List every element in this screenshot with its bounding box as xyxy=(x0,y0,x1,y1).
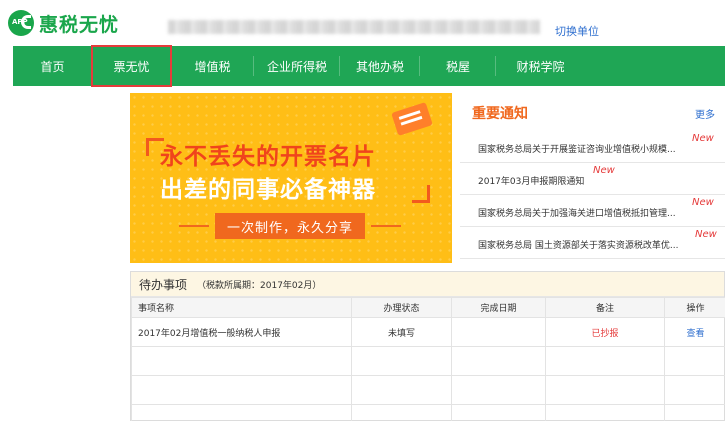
task-status: 未填写 xyxy=(351,317,452,347)
nav-item-other-tax[interactable]: 其他办税 xyxy=(340,46,420,86)
logo[interactable]: APP 惠税无忧 xyxy=(8,8,119,38)
tax-period: （税款所属期：2017年02月） xyxy=(197,280,322,291)
main-nav: 首页 票无忧 增值税 企业所得税 其他办税 税屋 财税学院 xyxy=(13,45,725,87)
nav-item-corporate-income-tax[interactable]: 企业所得税 xyxy=(254,46,340,86)
notice-item[interactable]: 国家税务总局关于开展鉴证咨询业增值税小规模... New xyxy=(460,131,725,163)
logo-text: 惠税无忧 xyxy=(39,13,120,36)
task-name: 2017年02月增值税一般纳税人申报 xyxy=(131,317,352,347)
notice-item-text: 2017年03月申报期限通知 xyxy=(478,177,585,187)
nav-label: 税屋 xyxy=(445,59,470,74)
nav-label: 其他办税 xyxy=(355,59,404,74)
nav-item-vat[interactable]: 增值税 xyxy=(171,46,254,86)
nav-label: 企业所得税 xyxy=(266,59,327,74)
new-badge: New xyxy=(593,165,615,176)
column-header: 操作 xyxy=(664,297,725,318)
column-header: 完成日期 xyxy=(451,297,546,318)
new-badge: New xyxy=(692,197,714,208)
notice-item[interactable]: 2017年03月申报期限通知 New xyxy=(460,163,725,195)
nav-item-tax-academy[interactable]: 财税学院 xyxy=(496,46,585,86)
nav-label: 票无忧 xyxy=(113,59,150,74)
switch-unit-link[interactable]: 切换单位 xyxy=(555,23,599,39)
column-header: 备注 xyxy=(545,297,665,318)
table-row: 2017年02月增值税一般纳税人申报 未填写 已抄报 查看 xyxy=(131,317,725,347)
task-date xyxy=(451,317,546,347)
banner-headline: 永不丢失的开票名片 xyxy=(160,144,376,170)
nav-item-tax-house[interactable]: 税屋 xyxy=(420,46,496,86)
banner-subheadline: 出差的同事必备神器 xyxy=(160,177,376,203)
todo-title: 待办事项 xyxy=(139,277,188,292)
todo-table: 事项名称 办理状态 完成日期 备注 操作 2017年02月增值税一般纳税人申报 … xyxy=(131,297,725,421)
new-badge: New xyxy=(695,229,717,240)
nav-item-home[interactable]: 首页 xyxy=(13,46,92,86)
nav-item-invoice[interactable]: 票无忧 xyxy=(91,45,172,87)
notice-item-text: 国家税务总局关于开展鉴证咨询业增值税小规模... xyxy=(478,145,676,155)
table-row-empty xyxy=(131,346,725,376)
view-link[interactable]: 查看 xyxy=(664,317,725,347)
company-name-blurred xyxy=(168,20,540,34)
notice-item-text: 国家税务总局关于加强海关进口增值税抵扣管理... xyxy=(478,209,676,219)
bracket-decoration xyxy=(412,185,430,203)
nav-label: 首页 xyxy=(40,59,65,74)
table-row-empty xyxy=(131,375,725,405)
notice-list: 国家税务总局关于开展鉴证咨询业增值税小规模... New 2017年03月申报期… xyxy=(460,131,725,259)
notice-item-text: 国家税务总局 国土资源部关于落实资源税改革优... xyxy=(478,241,679,251)
logo-icon: APP xyxy=(8,10,34,36)
nav-label: 增值税 xyxy=(194,59,231,74)
table-header-row: 事项名称 办理状态 完成日期 备注 操作 xyxy=(131,297,725,318)
task-note: 已抄报 xyxy=(545,317,665,347)
notice-item[interactable]: 国家税务总局 国土资源部关于落实资源税改革优... New xyxy=(460,227,725,259)
todo-panel: 待办事项 （税款所属期：2017年02月） 事项名称 办理状态 完成日期 备注 … xyxy=(130,271,725,421)
banner-slogan: 一次制作，永久分享 xyxy=(179,213,401,239)
notice-title: 重要通知 xyxy=(472,106,528,122)
table-row-empty xyxy=(131,404,725,421)
notice-panel: 重要通知 更多 国家税务总局关于开展鉴证咨询业增值税小规模... New 201… xyxy=(460,93,725,263)
new-badge: New xyxy=(692,133,714,144)
notice-more-link[interactable]: 更多 xyxy=(695,106,715,121)
todo-header: 待办事项 （税款所属期：2017年02月） xyxy=(131,272,724,297)
notice-item[interactable]: 国家税务总局关于加强海关进口增值税抵扣管理... New xyxy=(460,195,725,227)
promo-banner[interactable]: 永不丢失的开票名片 出差的同事必备神器 一次制作，永久分享 xyxy=(130,93,452,263)
nav-label: 财税学院 xyxy=(516,59,565,74)
column-header: 办理状态 xyxy=(351,297,452,318)
header: APP 惠税无忧 切换单位 xyxy=(0,0,725,46)
column-header: 事项名称 xyxy=(131,297,352,318)
